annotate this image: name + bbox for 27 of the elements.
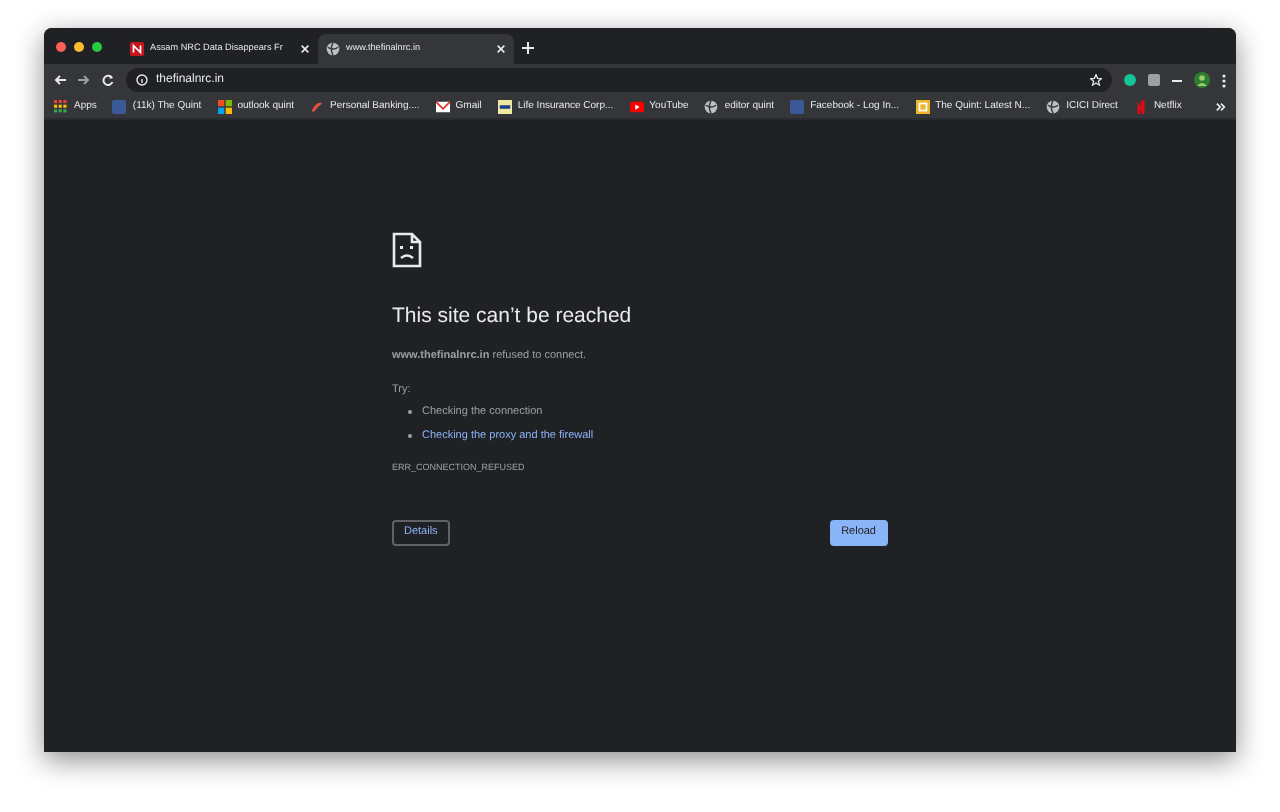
star-icon[interactable] (1090, 74, 1102, 86)
back-icon[interactable] (54, 74, 66, 86)
envelope-icon (435, 100, 450, 114)
minimize-window-icon[interactable] (74, 41, 84, 51)
close-icon[interactable] (496, 44, 506, 54)
quint-icon (130, 42, 144, 56)
maximize-window-icon[interactable] (92, 41, 102, 51)
netflix-icon (1133, 100, 1148, 114)
reload-icon[interactable] (102, 74, 114, 86)
windows-icon (217, 100, 232, 114)
play-icon (629, 100, 644, 114)
close-icon[interactable] (300, 44, 310, 54)
forward-icon[interactable] (78, 74, 90, 86)
close-window-icon[interactable] (56, 41, 66, 51)
new-tab-icon[interactable] (522, 42, 534, 54)
quint-icon (915, 100, 930, 114)
facebook-icon (790, 100, 805, 114)
profile-avatar-icon[interactable] (1194, 72, 1210, 88)
swirl-icon (310, 100, 325, 114)
globe-icon (326, 42, 340, 56)
info-icon (136, 74, 148, 86)
more-bookmarks-icon[interactable] (1216, 102, 1226, 112)
error-title: This site can’t be reached (392, 302, 632, 332)
sad-page-icon (392, 232, 422, 268)
apps-grid-icon (54, 100, 68, 114)
lic-icon (497, 100, 512, 114)
facebook-icon (112, 100, 127, 114)
